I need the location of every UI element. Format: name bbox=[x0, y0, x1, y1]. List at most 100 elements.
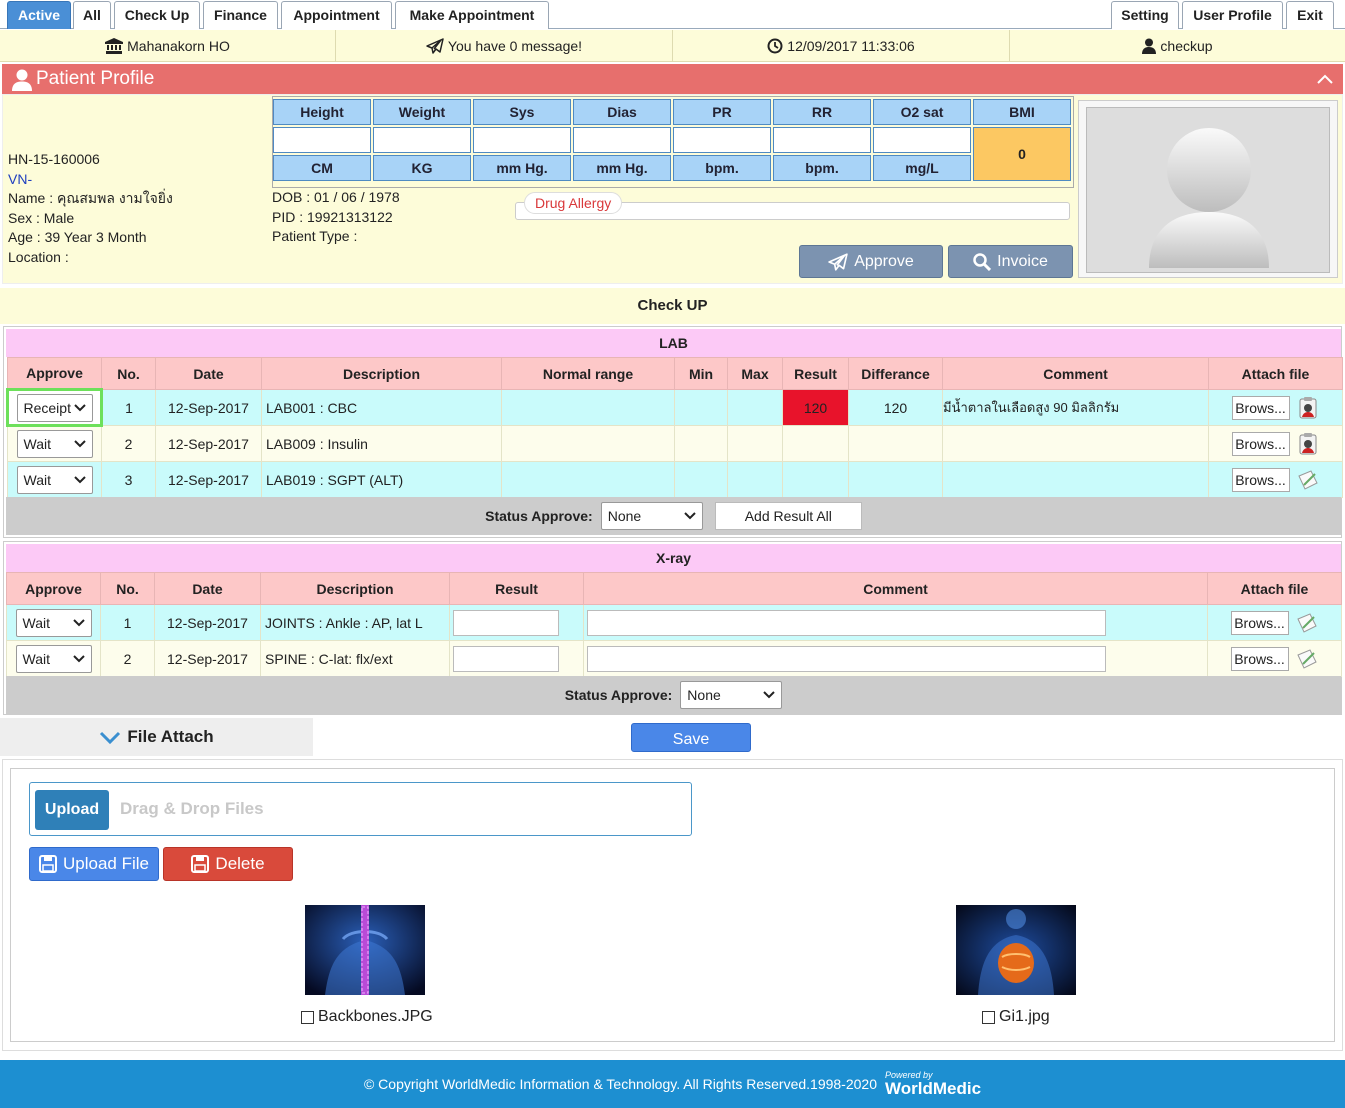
search-icon bbox=[973, 252, 992, 271]
status-approve-label: Status Approve: bbox=[485, 508, 593, 524]
chevron-up-icon[interactable] bbox=[1317, 73, 1333, 85]
approve-select[interactable]: Wait bbox=[16, 430, 93, 458]
message-text: You have 0 message! bbox=[447, 38, 583, 54]
status-value: None bbox=[687, 687, 721, 703]
row-comment[interactable] bbox=[942, 461, 1209, 498]
chevron-down-icon bbox=[100, 731, 121, 745]
col-normal-range: Normal range bbox=[501, 357, 675, 390]
delete-label: Delete bbox=[215, 854, 265, 873]
table-row: Receipt 1 12-Sep-2017 LAB001 : CBC 120 1… bbox=[6, 388, 1343, 427]
invoice-button[interactable]: Invoice bbox=[948, 245, 1073, 278]
dias-input[interactable] bbox=[573, 127, 671, 153]
col-comment: Comment bbox=[942, 357, 1209, 390]
tab-setting[interactable]: Setting bbox=[1111, 1, 1179, 29]
row-normal-range bbox=[501, 425, 675, 462]
o2-sat-input[interactable] bbox=[873, 127, 971, 153]
browse-button[interactable]: Brows... bbox=[1231, 467, 1290, 492]
row-result[interactable]: 120 bbox=[782, 389, 849, 426]
vital-unit: KG bbox=[373, 155, 471, 181]
patient-age: Age : 39 Year 3 Month bbox=[8, 229, 147, 245]
row-date: 12-Sep-2017 bbox=[155, 425, 262, 462]
tab-all[interactable]: All bbox=[73, 1, 111, 29]
message-info[interactable]: You have 0 message! bbox=[336, 30, 673, 62]
weight-input[interactable] bbox=[373, 127, 471, 153]
status-approve-select[interactable]: None bbox=[600, 502, 703, 530]
col-result: Result bbox=[449, 572, 584, 605]
approve-select[interactable]: Wait bbox=[15, 608, 92, 637]
paper-plane-icon bbox=[426, 38, 444, 54]
pr-input[interactable] bbox=[673, 127, 771, 153]
approve-value: Receipt bbox=[23, 399, 71, 416]
tab-appointment[interactable]: Appointment bbox=[281, 1, 392, 29]
browse-button[interactable]: Brows... bbox=[1231, 431, 1290, 456]
approve-select[interactable]: Wait bbox=[15, 644, 92, 673]
clipboard-doctor-icon[interactable] bbox=[1296, 396, 1320, 420]
tab-check-up[interactable]: Check Up bbox=[114, 1, 200, 29]
vital-header: Height bbox=[273, 99, 371, 125]
edit-note-icon[interactable] bbox=[1296, 468, 1320, 492]
tab-active[interactable]: Active bbox=[7, 1, 71, 29]
row-no: 2 bbox=[101, 425, 156, 462]
comment-input[interactable] bbox=[587, 609, 1106, 636]
checkup-title: Check UP bbox=[0, 288, 1345, 324]
dropzone-text: Drag & Drop Files bbox=[120, 799, 264, 818]
approve-button[interactable]: Approve bbox=[799, 245, 943, 278]
table-row: Wait 2 12-Sep-2017 SPINE : C-lat: flx/ex… bbox=[6, 640, 1342, 677]
col-difference: Differance bbox=[848, 357, 943, 390]
result-input[interactable] bbox=[453, 609, 559, 636]
rr-input[interactable] bbox=[773, 127, 871, 153]
patient-profile-header[interactable]: Patient Profile bbox=[2, 64, 1343, 94]
status-approve-label: Status Approve: bbox=[564, 687, 673, 703]
col-description: Description bbox=[261, 357, 502, 390]
xray-title: X-ray bbox=[6, 544, 1341, 572]
chevron-down-icon bbox=[72, 618, 85, 626]
edit-note-icon[interactable] bbox=[1295, 647, 1319, 671]
file-attach-tab[interactable]: File Attach bbox=[0, 718, 313, 756]
status-approve-select[interactable]: None bbox=[680, 681, 783, 709]
file-name: Gi1.jpg bbox=[999, 1008, 1050, 1025]
datetime-text: 12/09/2017 11:33:06 bbox=[787, 38, 915, 54]
edit-note-icon[interactable] bbox=[1295, 611, 1319, 635]
col-result: Result bbox=[782, 357, 849, 390]
chevron-down-icon bbox=[73, 403, 86, 411]
upload-button[interactable]: Upload bbox=[35, 790, 109, 830]
save-button[interactable]: Save bbox=[631, 723, 751, 752]
chevron-down-icon bbox=[73, 440, 86, 448]
row-difference bbox=[848, 425, 943, 462]
top-nav: Active All Check Up Finance Appointment … bbox=[0, 0, 1345, 29]
comment-input[interactable] bbox=[587, 645, 1106, 672]
tab-user-profile[interactable]: User Profile bbox=[1182, 1, 1283, 29]
status-value: None bbox=[607, 508, 642, 524]
user-info[interactable]: checkup bbox=[1010, 30, 1345, 62]
height-input[interactable] bbox=[273, 127, 371, 153]
row-comment[interactable]: มีน้ำตาลในเลือดสูง 90 มิลลิกรัม bbox=[942, 389, 1209, 426]
result-input[interactable] bbox=[453, 645, 559, 672]
file-checkbox[interactable] bbox=[982, 1010, 995, 1024]
delete-button[interactable]: Delete bbox=[163, 847, 293, 881]
file-dropzone[interactable]: Upload Drag & Drop Files bbox=[29, 782, 692, 836]
file-item: Backbones.JPG bbox=[301, 1008, 433, 1026]
browse-button[interactable]: Brows... bbox=[1230, 646, 1289, 671]
info-bar: Mahanakorn HO You have 0 message! 12/09/… bbox=[0, 30, 1345, 62]
patient-ids: HN-15-160006 VN- Name : คุณสมพล งามใจยิ่… bbox=[8, 150, 173, 267]
upload-file-button[interactable]: Upload File bbox=[29, 847, 159, 881]
browse-button[interactable]: Brows... bbox=[1231, 395, 1290, 420]
browse-button[interactable]: Brows... bbox=[1230, 610, 1289, 635]
tab-exit[interactable]: Exit bbox=[1286, 1, 1334, 29]
approve-select[interactable]: Wait bbox=[16, 465, 93, 494]
clipboard-doctor-icon[interactable] bbox=[1296, 432, 1320, 456]
approve-select[interactable]: Receipt bbox=[16, 393, 93, 422]
vital-unit: CM bbox=[273, 155, 371, 181]
patient-type: Patient Type : bbox=[272, 228, 358, 244]
row-result[interactable] bbox=[782, 425, 849, 462]
sys-input[interactable] bbox=[473, 127, 571, 153]
file-checkbox[interactable] bbox=[301, 1010, 314, 1024]
row-comment[interactable] bbox=[942, 425, 1209, 462]
row-result[interactable] bbox=[782, 461, 849, 498]
gi-thumbnail[interactable] bbox=[956, 905, 1076, 995]
bmi-value: 0 bbox=[973, 127, 1071, 181]
tab-finance[interactable]: Finance bbox=[203, 1, 278, 29]
backbones-thumbnail[interactable] bbox=[305, 905, 425, 995]
tab-make-appointment[interactable]: Make Appointment bbox=[395, 1, 549, 29]
add-result-all-button[interactable]: Add Result All bbox=[714, 502, 862, 530]
